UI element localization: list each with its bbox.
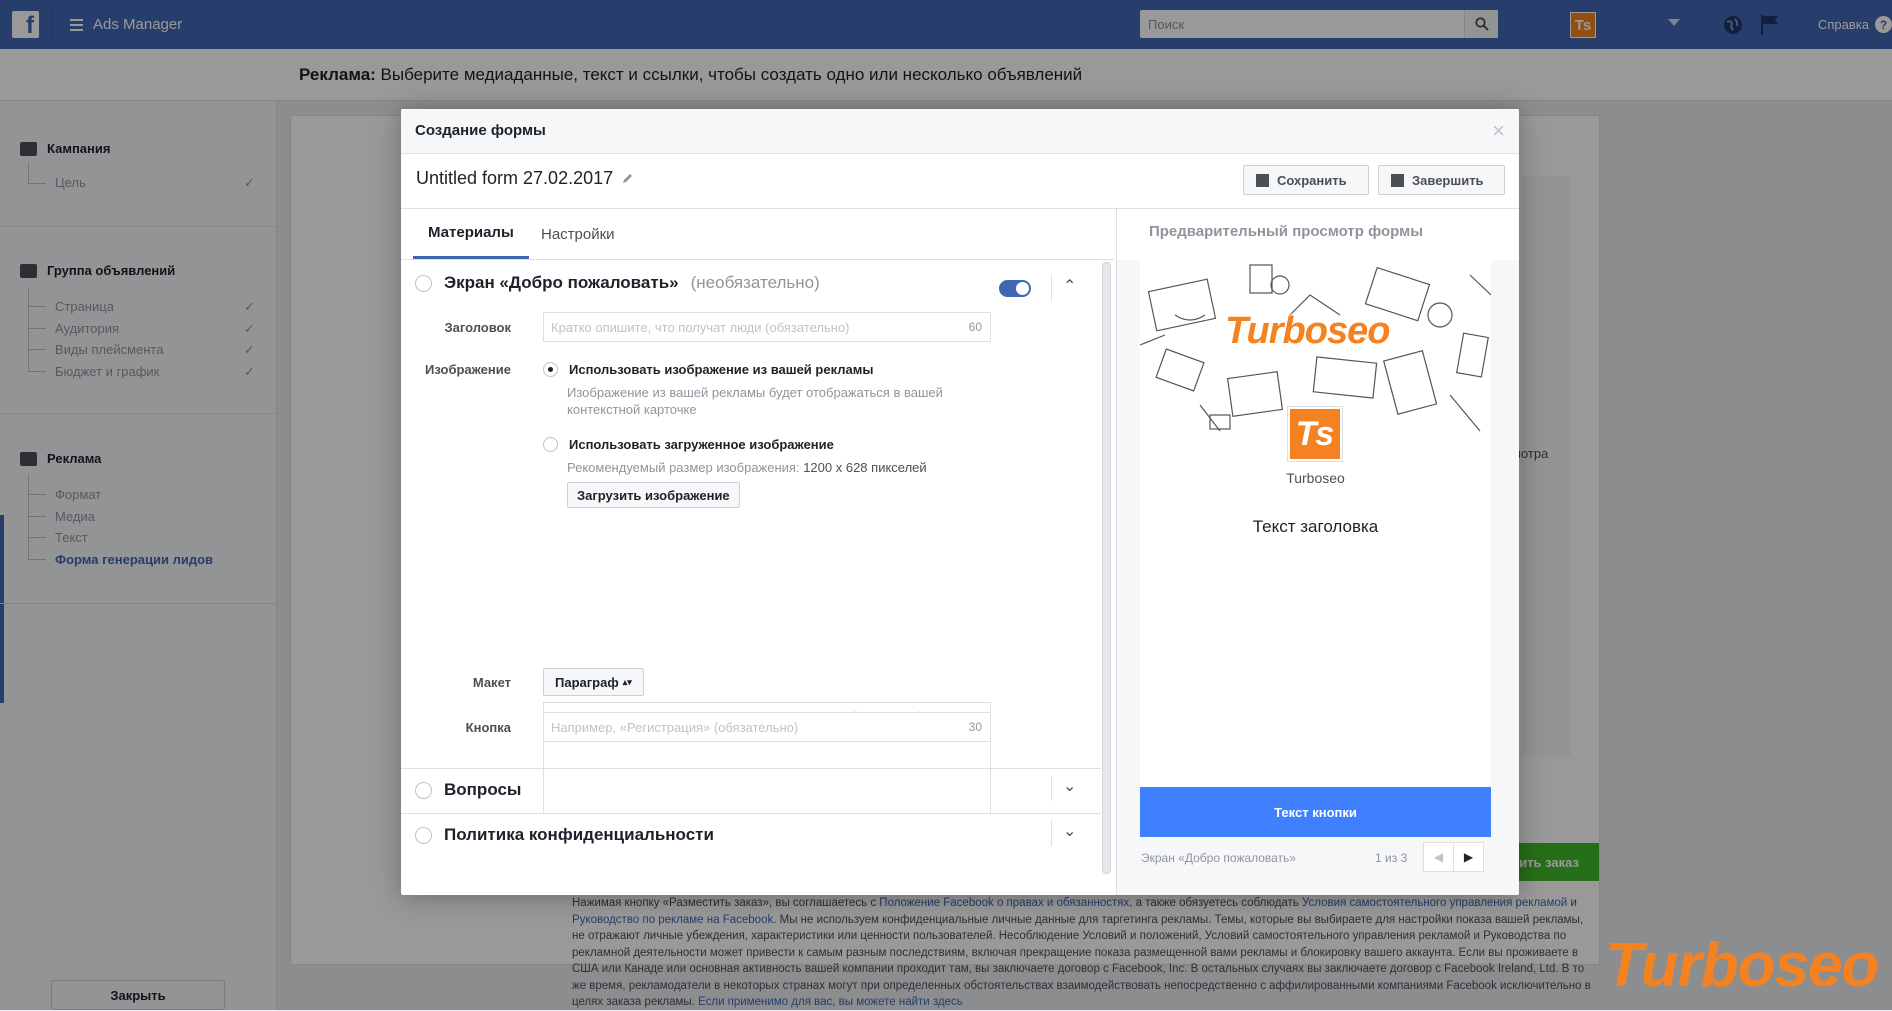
section-divider	[401, 768, 1101, 769]
image-size-value: 1200 x 628 пикселей	[803, 460, 927, 475]
chevron-separator	[1051, 275, 1052, 301]
layout-label-text: Макет	[472, 675, 511, 690]
headline-char-count: 60	[968, 320, 982, 334]
image-label: Изображение	[425, 362, 511, 377]
next-page-button[interactable]: ▶	[1453, 842, 1484, 872]
preview-card: Turboseo Ts Turboseo Текст заголовка	[1140, 255, 1491, 788]
layout-select[interactable]: Параграф ▴▾	[543, 668, 644, 696]
button-char-count: 30	[968, 720, 982, 734]
image-option-upload-label: Использовать загруженное изображение	[569, 437, 834, 452]
privacy-section-header[interactable]: Политика конфиденциальности	[415, 825, 714, 845]
chevron-down-icon[interactable]: ⌄	[1063, 776, 1076, 796]
caret-right-icon: ▶	[1463, 850, 1474, 864]
image-option-upload[interactable]: Использовать загруженное изображение	[543, 437, 834, 452]
image-option-ad-desc: Изображение из вашей рекламы будет отобр…	[567, 385, 943, 417]
pencil-icon[interactable]	[621, 172, 634, 185]
headline-label: Заголовок	[444, 320, 511, 335]
section-status-icon	[415, 274, 432, 292]
section-divider	[401, 813, 1101, 814]
section-status-icon	[415, 781, 432, 799]
preview-screen-name: Экран «Добро пожаловать»	[1141, 851, 1296, 865]
image-option-ad[interactable]: Использовать изображение из вашей реклам…	[543, 362, 873, 377]
privacy-title: Политика конфиденциальности	[444, 825, 714, 844]
headline-field: 60	[543, 312, 991, 342]
layout-select-value: Параграф	[555, 674, 619, 690]
form-name-text: Untitled form 27.02.2017	[416, 168, 614, 188]
close-icon[interactable]: ×	[1492, 118, 1505, 144]
welcome-section-header[interactable]: Экран «Добро пожаловать» (необязательно)	[415, 273, 820, 293]
section-status-icon	[415, 826, 432, 844]
form-name[interactable]: Untitled form 27.02.2017	[416, 168, 634, 189]
save-icon	[1256, 173, 1269, 187]
image-size-hint-prefix: Рекомендуемый размер изображения:	[567, 460, 804, 475]
chevron-down-icon[interactable]: ⌄	[1063, 821, 1076, 841]
radio-selected	[543, 362, 558, 377]
tab-materials[interactable]: Материалы	[413, 209, 529, 259]
preview-pager: 1 из 3	[1375, 851, 1408, 865]
prev-page-button[interactable]: ◀	[1423, 842, 1454, 872]
preview-image-brand: Turboseo	[1225, 310, 1390, 352]
form-editor: Экран «Добро пожаловать» (необязательно)…	[401, 260, 1101, 895]
welcome-optional: (необязательно)	[690, 273, 820, 292]
tab-settings[interactable]: Настройки	[526, 209, 630, 259]
scrollbar[interactable]	[1102, 262, 1111, 874]
chevron-up-icon[interactable]: ⌃	[1063, 276, 1076, 296]
finish-icon	[1391, 173, 1404, 187]
chevron-separator	[1051, 775, 1052, 801]
image-size-hint: Рекомендуемый размер изображения: 1200 x…	[567, 459, 927, 476]
preview-title: Предварительный просмотр формы	[1148, 223, 1424, 240]
watermark-logo: Turboseo	[1605, 931, 1879, 1000]
sort-arrows-icon: ▴▾	[622, 676, 632, 687]
brand-logo: Ts	[1288, 407, 1342, 461]
finish-label: Завершить	[1412, 172, 1484, 188]
form-tabs: Материалы Настройки	[413, 209, 993, 259]
chevron-separator	[1051, 820, 1052, 846]
preview-cta-button[interactable]: Текст кнопки	[1140, 787, 1491, 837]
radio-unselected	[543, 437, 558, 452]
caret-left-icon: ◀	[1433, 850, 1444, 864]
button-label: Кнопка	[465, 720, 511, 735]
finish-button[interactable]: Завершить	[1378, 165, 1505, 195]
upload-image-button[interactable]: Загрузить изображение	[567, 482, 740, 508]
headline-input[interactable]	[544, 313, 924, 341]
preview-brand-name: Turboseo	[1286, 470, 1345, 486]
dialog-header: Создание формы ×	[401, 109, 1519, 154]
questions-title: Вопросы	[444, 780, 522, 799]
preview-headline: Текст заголовка	[1252, 517, 1379, 536]
welcome-toggle[interactable]	[999, 280, 1031, 297]
button-field: 30	[543, 712, 991, 742]
save-label: Сохранить	[1277, 172, 1347, 188]
dialog-title: Создание формы	[415, 122, 546, 139]
button-text-input[interactable]	[544, 713, 924, 741]
preview-cover-image: Turboseo	[1140, 255, 1491, 432]
welcome-title: Экран «Добро пожаловать»	[444, 273, 679, 292]
questions-section-header[interactable]: Вопросы	[415, 780, 521, 800]
save-button[interactable]: Сохранить	[1243, 165, 1369, 195]
create-form-dialog: Создание формы × Untitled form 27.02.201…	[401, 109, 1519, 895]
image-option-ad-label: Использовать изображение из вашей реклам…	[569, 362, 874, 377]
